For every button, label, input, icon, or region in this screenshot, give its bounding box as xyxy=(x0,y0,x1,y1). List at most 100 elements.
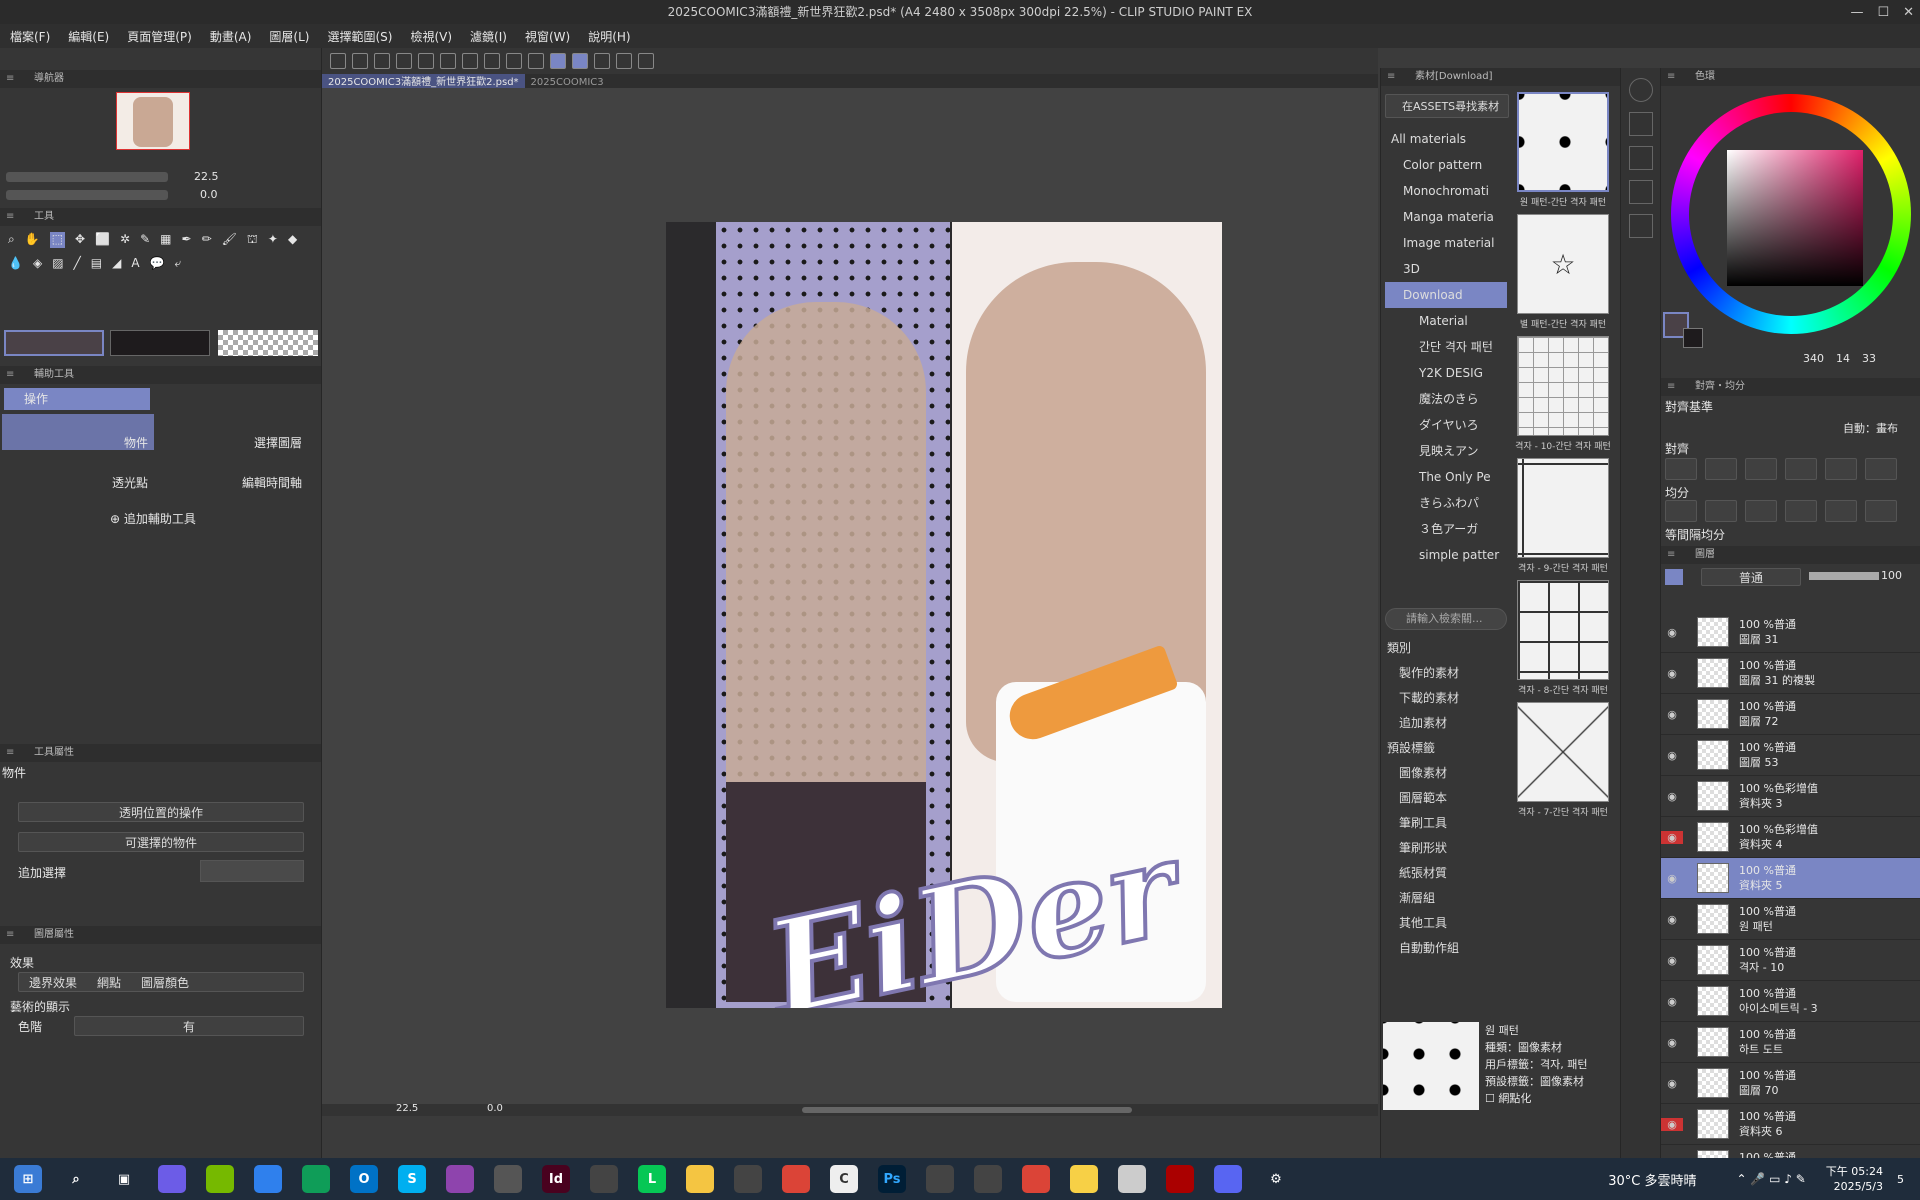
app-icon-3[interactable] xyxy=(926,1165,954,1193)
file-explorer-icon[interactable] xyxy=(686,1165,714,1193)
align-left-button[interactable] xyxy=(1665,458,1697,480)
blend-mode-dropdown[interactable]: 普通 xyxy=(1701,568,1801,586)
transparent-color[interactable] xyxy=(218,330,318,356)
nvidia-icon[interactable] xyxy=(206,1165,234,1193)
tree-mibae[interactable]: 見映えアン xyxy=(1385,438,1507,464)
loading-icon[interactable] xyxy=(462,53,478,69)
sticky-notes-icon[interactable] xyxy=(1070,1165,1098,1193)
eye-icon[interactable]: ◉ xyxy=(1661,830,1683,844)
assets-search-button[interactable]: 在ASSETS尋找素材 xyxy=(1385,94,1509,118)
layer-row[interactable]: ◉ 100 %普通 아이소메트릭 - 3 xyxy=(1661,981,1920,1022)
select-tool-icon[interactable]: ⬜ xyxy=(95,232,110,248)
distribute-4-button[interactable] xyxy=(1785,500,1817,522)
object-tool-icon[interactable]: ⬚ xyxy=(49,232,66,248)
chrome-icon-2[interactable] xyxy=(1022,1165,1050,1193)
preset-paper[interactable]: 紙張材質 xyxy=(1387,861,1509,886)
navigator-preview[interactable] xyxy=(116,92,190,150)
pen-tool-icon[interactable]: ✒ xyxy=(182,232,192,248)
eye-icon[interactable]: ◉ xyxy=(1661,667,1683,680)
thumb-grid9[interactable] xyxy=(1517,458,1609,558)
add-select-modes[interactable] xyxy=(200,860,304,882)
tree-download[interactable]: Download xyxy=(1385,282,1507,308)
tray-icons[interactable]: ⌃ 🎤 ▭ ♪ ✎ xyxy=(1736,1172,1805,1186)
panel-icon-1[interactable] xyxy=(1628,112,1653,136)
tree-mono[interactable]: Monochromati xyxy=(1385,178,1507,204)
line-icon[interactable]: L xyxy=(638,1165,666,1193)
photoshop-icon[interactable]: Ps xyxy=(878,1165,906,1193)
navigator-icon[interactable] xyxy=(1628,78,1653,102)
correct-line-icon[interactable]: ⤶ xyxy=(175,256,182,271)
minimize-icon[interactable]: — xyxy=(1850,5,1863,20)
distribute-1-button[interactable] xyxy=(1665,500,1697,522)
grid-tool-icon[interactable]: ▦ xyxy=(160,232,171,248)
eye-icon[interactable]: ◉ xyxy=(1661,749,1683,762)
layer-row[interactable]: ◉ 100 %普通 격자 - 10 xyxy=(1661,940,1920,981)
brush-tool-icon[interactable]: 🖌 xyxy=(222,232,237,248)
snap-grid-icon[interactable] xyxy=(594,53,610,69)
chrome-icon[interactable] xyxy=(782,1165,810,1193)
cat-added[interactable]: 追加素材 xyxy=(1387,711,1509,736)
help-icon[interactable] xyxy=(616,53,632,69)
clear-icon[interactable] xyxy=(484,53,500,69)
menu-window[interactable]: 視窗(W) xyxy=(525,28,570,45)
eye-icon[interactable]: ◉ xyxy=(1661,913,1683,926)
indesign-icon[interactable]: Id xyxy=(542,1165,570,1193)
preset-auto-action[interactable]: 自動動作組 xyxy=(1387,936,1509,961)
store-icon[interactable] xyxy=(254,1165,282,1193)
clip-studio-icon[interactable] xyxy=(330,53,346,69)
close-icon[interactable]: ✕ xyxy=(1903,5,1914,20)
calculator-icon[interactable] xyxy=(494,1165,522,1193)
tree-material[interactable]: Material xyxy=(1385,308,1507,334)
sub-color-swatch[interactable] xyxy=(1683,328,1703,348)
m365-icon[interactable] xyxy=(446,1165,474,1193)
copilot-icon[interactable] xyxy=(158,1165,186,1193)
layer-row[interactable]: ◉ 100 %普通 圖層 72 xyxy=(1661,694,1920,735)
menu-selection[interactable]: 選擇範圍(S) xyxy=(327,28,392,45)
menu-animation[interactable]: 動畫(A) xyxy=(210,28,252,45)
flip-icon[interactable] xyxy=(638,53,654,69)
tree-all[interactable]: All materials xyxy=(1385,126,1507,152)
distribute-6-button[interactable] xyxy=(1865,500,1897,522)
undo-icon[interactable] xyxy=(418,53,434,69)
sub-color[interactable] xyxy=(110,330,210,356)
snap-special-icon[interactable] xyxy=(572,53,588,69)
menu-filter[interactable]: 濾鏡(I) xyxy=(470,28,507,45)
eye-icon[interactable]: ◉ xyxy=(1661,1117,1683,1131)
balloon-icon[interactable]: 💬 xyxy=(150,256,165,271)
thumb-star[interactable]: ☆ xyxy=(1517,214,1609,314)
eye-icon[interactable]: ◉ xyxy=(1661,626,1683,639)
panel-icon-2[interactable] xyxy=(1628,146,1653,170)
subtool-light-table[interactable]: 透光點 xyxy=(2,454,154,490)
zoom-tool-icon[interactable]: ⌕ xyxy=(8,232,15,248)
clip-studio-icon-2[interactable] xyxy=(1118,1165,1146,1193)
eye-icon[interactable]: ◉ xyxy=(1661,1036,1683,1049)
gradient-icon[interactable]: ▨ xyxy=(52,256,63,271)
zoom-slider[interactable] xyxy=(6,172,168,182)
weather-text[interactable]: 30°C 多雲時晴 xyxy=(1608,1170,1696,1189)
line-tool-icon[interactable]: ╱ xyxy=(74,256,81,271)
preset-image[interactable]: 圖像素材 xyxy=(1387,761,1509,786)
notification-badge[interactable]: 5 xyxy=(1897,1173,1904,1186)
halftone-button[interactable]: 網點 xyxy=(97,974,121,991)
thumb-grid10[interactable] xyxy=(1517,336,1609,436)
tone-dropdown[interactable]: 有 xyxy=(74,1016,304,1036)
thumb-grid7[interactable] xyxy=(1517,702,1609,802)
eye-icon[interactable]: ◉ xyxy=(1661,954,1683,967)
panel-icon-3[interactable] xyxy=(1628,180,1653,204)
subtool-object[interactable]: 物件 xyxy=(2,414,154,450)
color-square[interactable] xyxy=(1727,150,1863,286)
pencil-tool-icon[interactable]: ✏ xyxy=(202,232,212,248)
cat-downloaded[interactable]: 下載的素材 xyxy=(1387,686,1509,711)
tree-magic[interactable]: 魔法のきら xyxy=(1385,386,1507,412)
layer-color-swatch[interactable] xyxy=(1665,569,1683,585)
layer-row[interactable]: ◉ 100 %色彩增值 資料夾 3 xyxy=(1661,776,1920,817)
layer-row[interactable]: ◉ 100 %普通 원 패턴 xyxy=(1661,899,1920,940)
fill-tool-icon[interactable]: ◈ xyxy=(33,256,42,271)
tree-diamond[interactable]: ダイヤいろ xyxy=(1385,412,1507,438)
layer-row[interactable]: ◉ 100 %普通 圖層 31 xyxy=(1661,612,1920,653)
align-center-button[interactable] xyxy=(1705,458,1737,480)
eye-icon[interactable]: ◉ xyxy=(1661,995,1683,1008)
outlook-icon[interactable]: O xyxy=(350,1165,378,1193)
discord-icon[interactable] xyxy=(1214,1165,1242,1193)
airbrush-icon[interactable]: ⛫ xyxy=(247,232,258,248)
